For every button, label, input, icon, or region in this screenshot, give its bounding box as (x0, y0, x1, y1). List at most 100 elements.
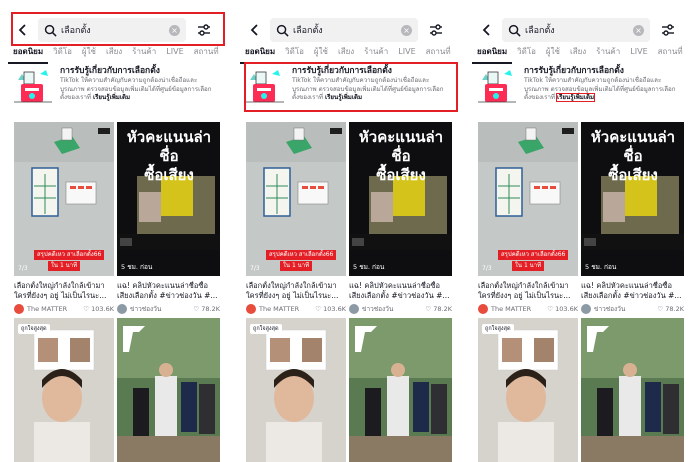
avatar[interactable] (478, 304, 488, 314)
search-input[interactable]: เลือกตั้ง × (38, 18, 186, 42)
search-input[interactable]: เลือกตั้ง × (270, 18, 418, 42)
video-4-thumbnail (117, 318, 220, 462)
info-body-1: TikTok ให้ความสำคัญกับความถูกต้องน่าเชื่… (292, 77, 430, 84)
video-2-likes: 78.2K (665, 305, 684, 313)
video-2-meta: ข่าวช่องวัน ♡ 78.2K (349, 303, 452, 315)
heart-icon: ♡ (657, 305, 664, 313)
video-1-meta: The MATTER ♡ 103.6K (14, 303, 114, 315)
video-2-timestamp: 5 ชม. ก่อน (585, 263, 617, 271)
video-1-overlay-tag: สรุปคดีเหว สาเลือกตั้ง66 (498, 250, 569, 260)
tab-live[interactable]: LIVE (393, 42, 420, 64)
video-2-author[interactable]: ข่าวช่องวัน (362, 304, 425, 314)
video-1-counter: 7/3 (250, 265, 260, 272)
filter-icon[interactable] (660, 22, 676, 38)
video-4-thumbnail (581, 318, 684, 462)
video-2-author[interactable]: ข่าวช่องวัน (594, 304, 657, 314)
video-card-2[interactable]: หัวคะแนนล่าชื่อ ซื้อเสียง 5 ชม. ก่อน (581, 122, 684, 276)
ballot-box-illustration-icon (12, 66, 56, 106)
tab-videos[interactable]: วิดีโอ (48, 42, 77, 64)
video-1-caption[interactable]: เลือกตั้งใหญ่กำลังใกล้เข้ามา ใครที่ยังงๆ… (246, 281, 346, 301)
video-2-author[interactable]: ข่าวช่องวัน (130, 304, 193, 314)
tab-shop[interactable]: ร้านค้า (591, 42, 625, 64)
avatar[interactable] (581, 304, 591, 314)
search-icon (44, 24, 57, 37)
video-card-4[interactable] (581, 318, 684, 462)
video-card-1[interactable]: สรุปคดีเหว สาเลือกตั้ง66 ใน 1 นาที 7/3 (246, 122, 346, 276)
clear-icon[interactable]: × (633, 24, 644, 36)
avatar[interactable] (246, 304, 256, 314)
election-info-banner[interactable]: การรับรู้เกี่ยวกับการเลือกตั้ง TikTok ให… (244, 66, 458, 112)
video-2-timestamp: 5 ชม. ก่อน (353, 263, 385, 271)
video-1-author[interactable]: The MATTER (27, 305, 83, 313)
video-card-3[interactable]: ถูกใจสูงสุด (14, 318, 114, 462)
avatar[interactable] (117, 304, 127, 314)
back-arrow-icon[interactable] (478, 21, 496, 39)
search-icon (276, 24, 289, 37)
video-4-thumbnail (349, 318, 452, 462)
video-3-thumbnail (478, 318, 578, 462)
tab-top[interactable]: ยอดนิยม (240, 42, 281, 64)
video-1-overlay-tag: สรุปคดีเหว สาเลือกตั้ง66 (266, 250, 337, 260)
tab-videos[interactable]: วิดีโอ (512, 42, 541, 64)
video-card-1[interactable]: สรุปคดีเหว สาเลือกตั้ง66 ใน 1 นาที 7/3 (14, 122, 114, 276)
search-query: เลือกตั้ง (61, 26, 91, 36)
election-info-banner[interactable]: การรับรู้เกี่ยวกับการเลือกตั้ง TikTok ให… (12, 66, 226, 112)
video-card-2[interactable]: หัวคะแนนล่าชื่อ ซื้อเสียง 5 ชม. ก่อน (349, 122, 452, 276)
video-2-caption[interactable]: แฉ! คลิปหัวคะแนนล่าชื่อซื้อ เสียงเลือกตั… (349, 281, 452, 301)
heart-icon: ♡ (547, 305, 554, 313)
filter-icon[interactable] (196, 22, 212, 38)
search-query: เลือกตั้ง (293, 26, 323, 36)
tab-sounds[interactable]: เสียง (101, 42, 127, 64)
video-card-4[interactable] (117, 318, 220, 462)
info-body-3: ตั้งของเราที่ (524, 94, 557, 101)
video-2-caption[interactable]: แฉ! คลิปหัวคะแนนล่าชื่อซื้อ เสียงเลือกตั… (117, 281, 220, 301)
search-bar: เลือกตั้ง × (14, 16, 224, 44)
tab-live[interactable]: LIVE (625, 42, 652, 64)
back-arrow-icon[interactable] (246, 21, 264, 39)
info-body-3: ตั้งของเราที่ (60, 94, 93, 101)
tab-sounds[interactable]: เสียง (333, 42, 359, 64)
clear-icon[interactable]: × (169, 24, 180, 36)
tab-places[interactable]: สถานที่ (189, 42, 224, 64)
tab-users[interactable]: ผู้ใช้ (77, 42, 101, 64)
video-1-meta: The MATTER ♡ 103.6K (246, 303, 346, 315)
video-3-tag: ถูกใจสูงสุด (250, 324, 282, 334)
video-card-3[interactable]: ถูกใจสูงสุด (478, 318, 578, 462)
search-icon (508, 24, 521, 37)
tab-places[interactable]: สถานที่ (653, 42, 688, 64)
video-card-3[interactable]: ถูกใจสูงสุด (246, 318, 346, 462)
info-title: การรับรู้เกี่ยวกับการเลือกตั้ง (524, 66, 624, 76)
tab-shop[interactable]: ร้านค้า (127, 42, 161, 64)
election-info-banner[interactable]: การรับรู้เกี่ยวกับการเลือกตั้ง TikTok ให… (476, 66, 690, 112)
tab-videos[interactable]: วิดีโอ (280, 42, 309, 64)
video-2-caption[interactable]: แฉ! คลิปหัวคะแนนล่าชื่อซื้อ เสียงเลือกตั… (581, 281, 684, 301)
filter-icon[interactable] (428, 22, 444, 38)
tab-places[interactable]: สถานที่ (421, 42, 456, 64)
learn-more-link[interactable]: เรียนรู้เพิ่มเติม (325, 94, 362, 101)
video-1-meta: The MATTER ♡ 103.6K (478, 303, 578, 315)
avatar[interactable] (349, 304, 359, 314)
search-bar: เลือกตั้ง × (246, 16, 456, 44)
clear-icon[interactable]: × (401, 24, 412, 36)
video-card-4[interactable] (349, 318, 452, 462)
tab-users[interactable]: ผู้ใช้ (541, 42, 565, 64)
video-1-caption[interactable]: เลือกตั้งใหญ่กำลังใกล้เข้ามา ใครที่ยังงๆ… (478, 281, 578, 301)
video-card-1[interactable]: สรุปคดีเหว สาเลือกตั้ง66 ใน 1 นาที 7/3 (478, 122, 578, 276)
video-1-author[interactable]: The MATTER (259, 305, 315, 313)
video-2-timestamp: 5 ชม. ก่อน (121, 263, 153, 271)
tab-sounds[interactable]: เสียง (565, 42, 591, 64)
search-input[interactable]: เลือกตั้ง × (502, 18, 650, 42)
tab-top[interactable]: ยอดนิยม (472, 42, 513, 64)
video-card-2[interactable]: หัวคะแนนล่าชื่อ ซื้อเสียง 5 ชม. ก่อน (117, 122, 220, 276)
tab-users[interactable]: ผู้ใช้ (309, 42, 333, 64)
tab-top[interactable]: ยอดนิยม (8, 42, 49, 64)
avatar[interactable] (14, 304, 24, 314)
info-body-1: TikTok ให้ความสำคัญกับความถูกต้องน่าเชื่… (524, 77, 662, 84)
tab-live[interactable]: LIVE (161, 42, 188, 64)
video-1-caption[interactable]: เลือกตั้งใหญ่กำลังใกล้เข้ามา ใครที่ยังงๆ… (14, 281, 114, 301)
video-1-author[interactable]: The MATTER (491, 305, 547, 313)
learn-more-link[interactable]: เรียนรู้เพิ่มเติม (555, 93, 596, 102)
tab-shop[interactable]: ร้านค้า (359, 42, 393, 64)
back-arrow-icon[interactable] (14, 21, 32, 39)
learn-more-link[interactable]: เรียนรู้เพิ่มเติม (93, 94, 130, 101)
